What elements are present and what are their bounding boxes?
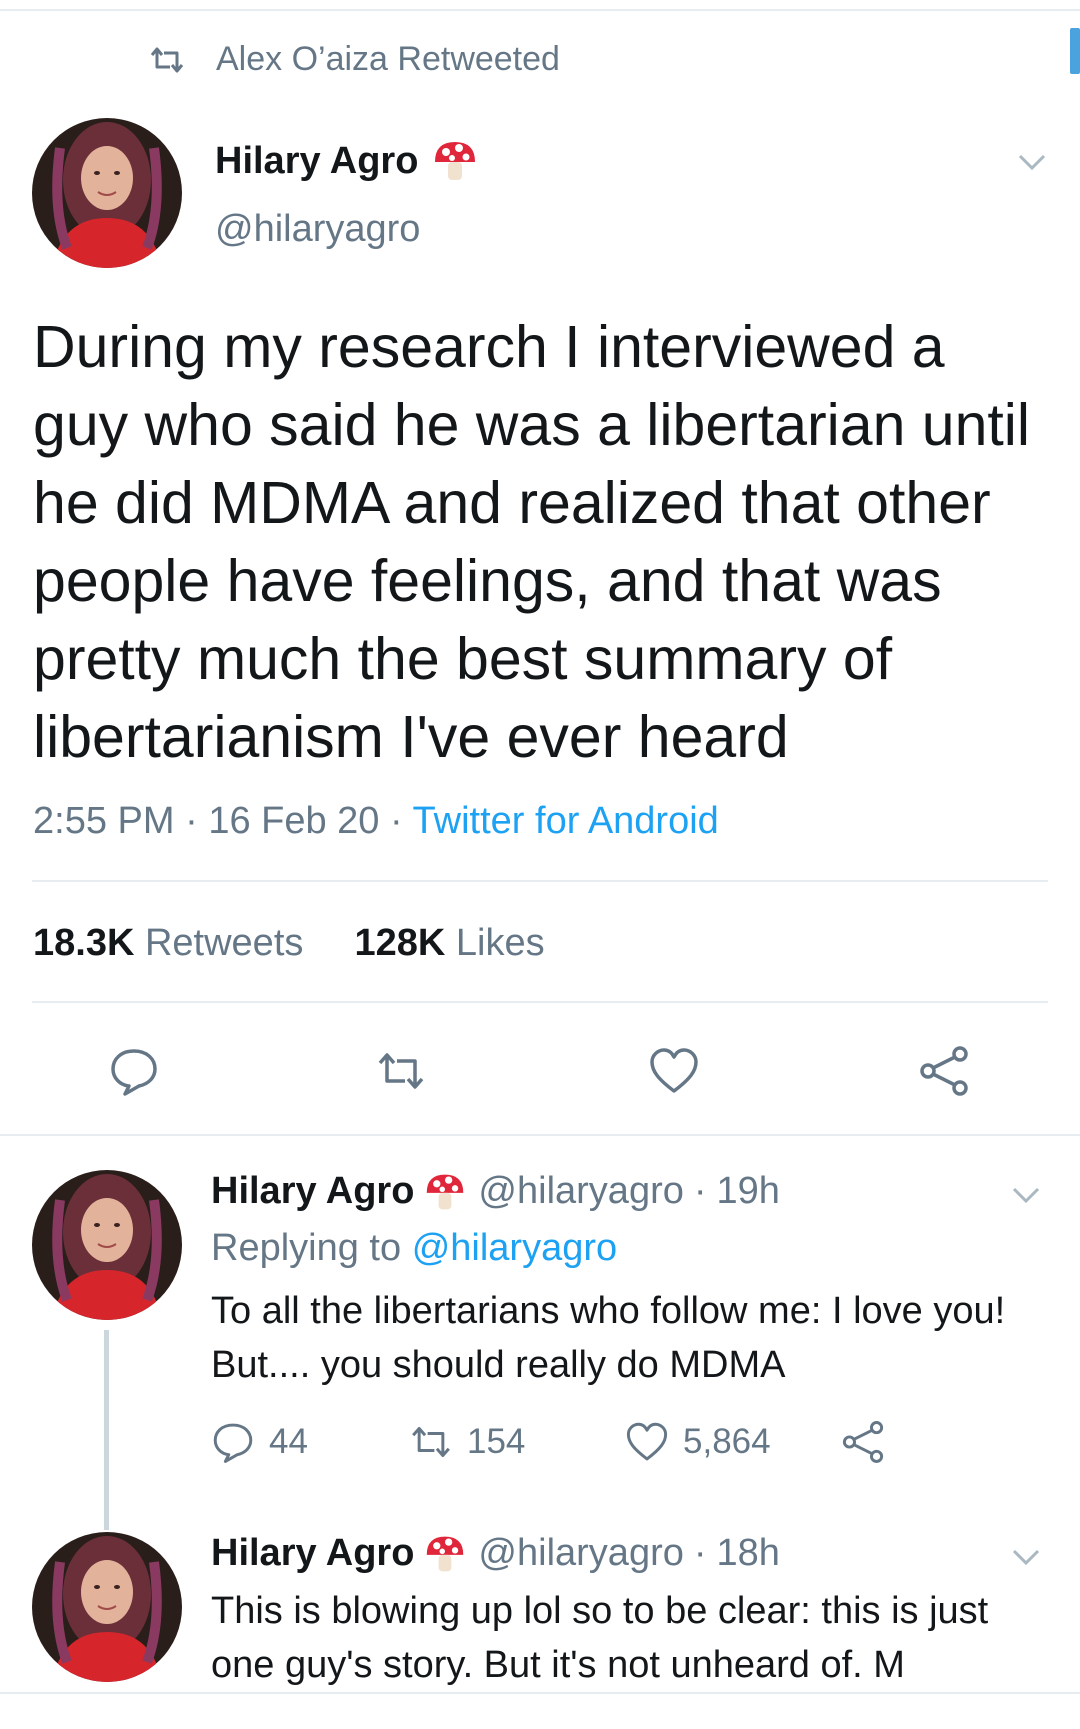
top-divider [0,9,1080,11]
likes-stat[interactable]: 128K Likes [355,922,545,964]
share-icon [920,1046,968,1096]
author-name: Hilary Agro [211,1170,415,1212]
reply-icon [213,1423,253,1463]
tweet-source-link[interactable]: Twitter for Android [413,800,719,842]
replying-prefix: Replying to [211,1227,402,1269]
like-count: 5,864 [683,1422,771,1461]
retweet-icon [378,1053,424,1089]
retweet-button[interactable]: 154 [409,1420,625,1464]
chevron-down-icon[interactable] [1011,1548,1041,1566]
retweet-button[interactable] [375,1045,427,1102]
author-handle[interactable]: @hilaryagro [215,208,420,251]
replying-to-link[interactable]: @hilaryagro [412,1227,617,1269]
share-button[interactable] [918,1045,970,1102]
retweet-banner-text: Alex O’aiza Retweeted [216,40,560,78]
scroll-indicator[interactable] [1070,28,1080,74]
retweet-icon [412,1426,450,1458]
divider [0,1134,1080,1136]
thread-connector [104,1330,109,1530]
tweet-time: 2:55 PM [33,800,175,842]
tweet-stats: 18.3K Retweets 128K Likes [33,922,545,965]
replying-to: Replying to @hilaryagro [211,1227,617,1270]
mushroom-emoji-icon [427,1536,464,1571]
retweets-stat[interactable]: 18.3K Retweets [33,922,303,964]
chevron-down-icon[interactable] [1011,1186,1041,1204]
retweet-count: 154 [467,1422,526,1461]
like-button[interactable]: 5,864 [625,1420,841,1464]
share-icon [842,1421,884,1463]
reply-actions: 44 154 5,864 [211,1420,899,1464]
meta-separator: · [693,1532,707,1574]
heart-icon [626,1422,668,1461]
tweet-age: 18h [716,1532,780,1574]
mushroom-emoji-icon [427,1174,464,1209]
heart-icon [650,1048,698,1093]
meta-separator: · [185,800,209,842]
meta-separator: · [693,1170,707,1212]
share-button[interactable] [841,1420,899,1464]
avatar[interactable] [32,1170,182,1320]
author-handle: @hilaryagro [478,1170,684,1212]
reply-text: This is blowing up lol so to be clear: t… [211,1590,989,1686]
reply-header[interactable]: Hilary Agro @hilaryagro · 18h [211,1532,780,1575]
tweet-date: 16 Feb 20 [208,800,380,842]
tweet-age: 19h [716,1170,780,1212]
divider [32,880,1048,882]
avatar[interactable] [32,1532,182,1682]
meta-separator: · [390,800,413,842]
reply-header[interactable]: Hilary Agro @hilaryagro · 19h [211,1170,780,1213]
reply-count: 44 [269,1422,308,1461]
chevron-down-icon[interactable] [1017,153,1047,171]
author-handle: @hilaryagro [478,1532,684,1574]
reply-button[interactable]: 44 [211,1420,409,1464]
reply-text: To all the libertarians who follow me: I… [211,1290,1006,1386]
retweets-count: 18.3K [33,922,135,964]
divider [32,1001,1048,1003]
avatar[interactable] [32,118,182,268]
reply-button[interactable] [108,1045,160,1102]
retweets-label: Retweets [144,922,304,964]
author-name: Hilary Agro [211,1532,415,1574]
mushroom-emoji-icon [435,142,476,180]
reply-icon [111,1049,157,1096]
author-name: Hilary Agro [215,139,419,182]
retweet-banner[interactable]: Alex O’aiza Retweeted [148,40,560,79]
tweet-meta: 2:55 PM · 16 Feb 20 · Twitter for Androi… [33,800,719,843]
like-button[interactable] [648,1045,700,1102]
retweet-icon [150,47,184,72]
author-name-row[interactable]: Hilary Agro [215,138,478,184]
divider [0,1692,1080,1694]
tweet-text: During my research I interviewed a guy w… [33,314,1031,770]
likes-count: 128K [354,922,446,964]
likes-label: Likes [455,922,545,964]
